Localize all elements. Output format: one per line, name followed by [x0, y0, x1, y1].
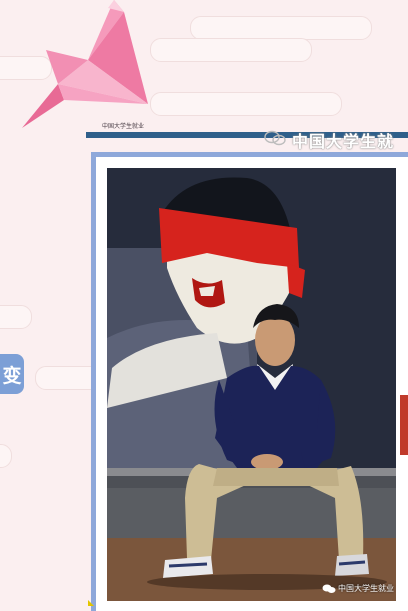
side-badge: 变 [0, 354, 24, 394]
background-decoration [190, 16, 372, 40]
wechat-icon [322, 584, 336, 593]
wechat-icon [264, 130, 286, 146]
origami-crane-icon [22, 0, 148, 128]
background-decoration [0, 444, 12, 468]
watermark-text: 中国大学生就 [292, 134, 395, 151]
background-decoration [0, 305, 32, 329]
background-decoration [150, 38, 312, 62]
corner-decoration [88, 600, 94, 606]
background-decoration [150, 92, 342, 116]
photo-watermark: 中国大学生就业 [338, 584, 394, 593]
edge-image-fragment [400, 395, 408, 455]
small-caption: 中国大学生就业 [102, 124, 145, 130]
portrait-photo [107, 168, 396, 601]
